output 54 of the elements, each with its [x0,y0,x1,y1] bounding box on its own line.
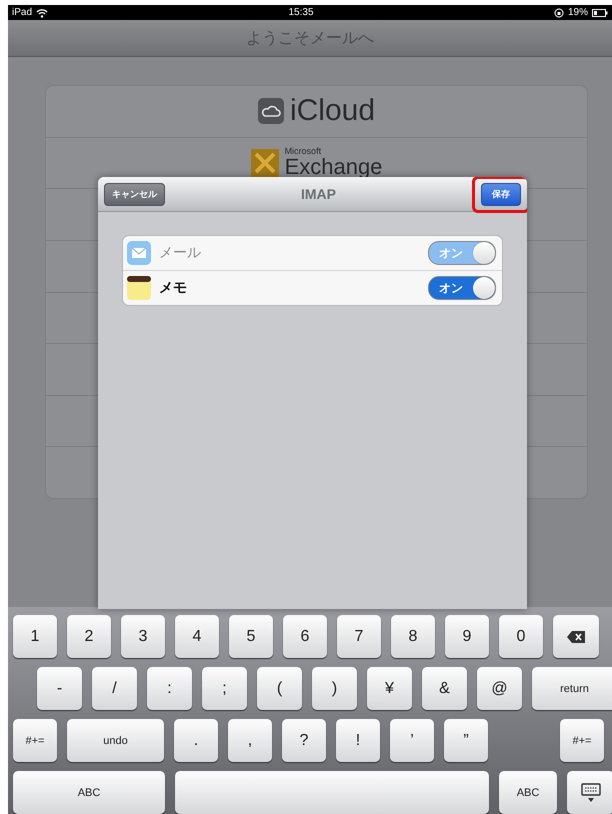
keyboard-key[interactable]: ’ [390,719,434,762]
keyboard-key[interactable]: - [37,667,82,710]
save-button[interactable]: 保存 [481,182,521,206]
keyboard-key[interactable]: / [92,667,137,710]
keyboard-key[interactable]: ) [312,667,357,710]
keyboard-key[interactable]: & [422,667,467,710]
provider-row[interactable]: iCloud [46,86,587,138]
keyboard-key[interactable]: @ [477,667,522,710]
keyboard-key[interactable]: 4 [175,615,219,658]
keyboard-key[interactable]: 8 [391,615,435,658]
keyboard-key[interactable]: 3 [121,615,165,658]
keyboard-key[interactable]: return [532,667,612,710]
keyboard-key[interactable]: ¥ [367,667,412,710]
keyboard-key[interactable]: 9 [445,615,489,658]
keyboard-key[interactable]: ! [336,719,380,762]
keyboard-key[interactable]: 7 [337,615,381,658]
keyboard-key[interactable]: : [147,667,192,710]
service-label: メモ [159,279,188,297]
toggle-switch[interactable]: オン [428,276,496,300]
keyboard-key[interactable]: #+= [560,719,604,762]
keyboard-key[interactable]: 0 [499,615,543,658]
keyboard-key[interactable]: 5 [229,615,273,658]
cancel-button[interactable]: キャンセル [104,182,165,206]
hide-keyboard-key[interactable] [567,771,612,814]
keyboard-key[interactable]: 1 [13,615,57,658]
status-time: 15:35 [288,7,314,18]
keyboard-key[interactable]: , [228,719,272,762]
keyboard-key[interactable]: 6 [283,615,327,658]
keyboard-key[interactable]: ; [202,667,247,710]
keyboard-key[interactable]: 2 [67,615,111,658]
service-label: メール [159,244,202,262]
provider-label: Exchange [284,156,382,178]
keyboard-key[interactable]: ABC [499,771,557,814]
notes-app-icon [127,276,151,300]
keyboard-key[interactable]: #+= [13,719,57,762]
delete-icon [567,630,585,642]
keyboard-icon [580,782,600,802]
battery-icon [592,8,608,16]
battery-percent: 19% [568,7,588,18]
exchange-logo-icon [250,148,279,177]
delete-key[interactable] [553,615,599,658]
keyboard-key[interactable]: ” [444,719,488,762]
provider-sublabel: Microsoft [284,147,322,156]
mail-app-icon [127,241,151,265]
keyboard-key[interactable]: undo [67,719,164,762]
keyboard-key[interactable]: ( [257,667,302,710]
device-name: iPad [12,7,32,18]
cloud-icon [258,98,284,124]
rotation-lock-icon [554,8,564,18]
wifi-icon [36,8,48,18]
provider-label: iCloud [290,94,376,128]
keyboard-key[interactable]: ABC [13,771,165,814]
keyboard-key[interactable]: . [174,719,218,762]
keyboard-key[interactable]: ? [282,719,326,762]
